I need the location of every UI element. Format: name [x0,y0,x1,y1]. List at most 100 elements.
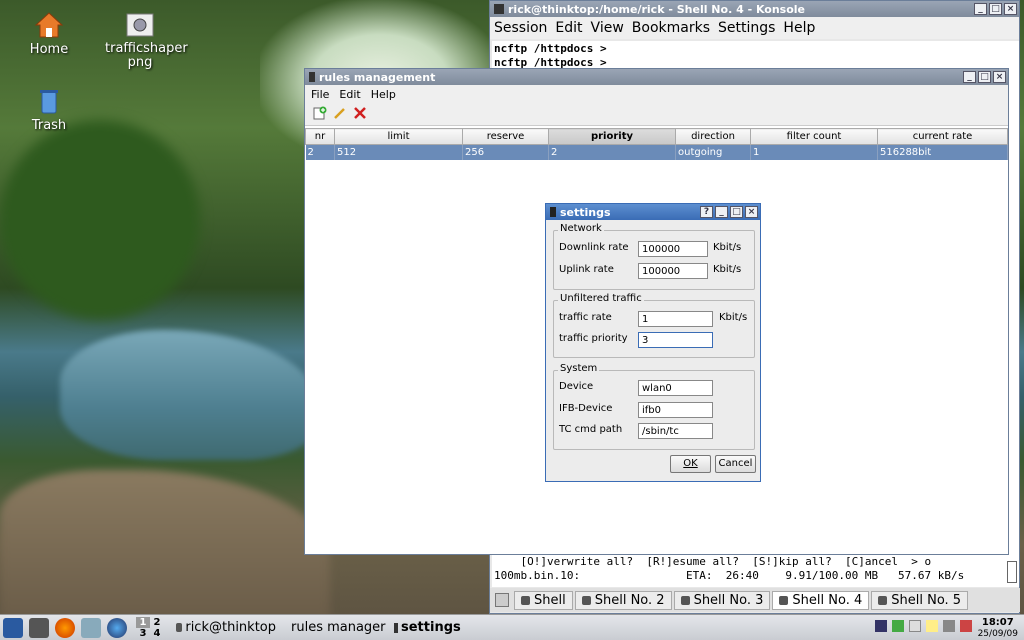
column-header-direction[interactable]: direction [675,128,751,145]
wallpaper-water [60,330,320,460]
tc-cmd-path-input[interactable] [638,423,713,439]
cell-filter-count: 1 [750,144,878,160]
column-header-current-rate[interactable]: current rate [877,128,1008,145]
pager-desktop-1[interactable]: 1 [136,616,150,628]
terminal-line: ncftp /httpdocs > [494,42,607,55]
pager-desktop-2[interactable]: 2 [150,617,164,628]
network-icon[interactable] [81,617,101,638]
traffic-rate-input[interactable] [638,311,713,327]
desktop-pager: 1 2 3 4 [136,616,164,639]
ok-button[interactable]: OK [670,455,711,473]
notes-icon[interactable] [926,620,938,632]
task-konsole[interactable]: rick@thinktop [170,620,282,635]
ifb-device-input[interactable] [638,402,713,418]
tab-shell-5[interactable]: Shell No. 5 [871,590,969,610]
close-button[interactable]: × [993,71,1006,83]
column-header-priority[interactable]: priority [548,128,676,145]
uplink-label: Uplink rate [559,264,614,275]
konsole-titlebar[interactable]: rick@thinktop:/home/rick - Shell No. 4 -… [490,1,1019,17]
cancel-button[interactable]: Cancel [715,455,756,473]
clock-date: 25/09/09 [977,629,1018,639]
table-header: nr limit reserve priority direction filt… [305,128,1008,145]
desktop-icon-home[interactable]: Home [14,10,84,57]
help-button[interactable]: ? [700,206,713,218]
terminal-icon [779,595,789,605]
clock-time: 18:07 [981,617,1014,628]
taskbar: 1 2 3 4 rick@thinktop rules manager sett… [0,614,1024,640]
tab-shell-2[interactable]: Shell No. 2 [574,590,672,610]
rules-toolbar [305,104,1008,126]
traffic-rate-unit: Kbit/s [719,312,748,323]
minimize-button[interactable]: _ [715,206,728,218]
settings-titlebar[interactable]: settings ? _ □ × [546,204,760,220]
uplink-rate-input[interactable] [638,263,708,279]
rules-titlebar[interactable]: rules management _ □ × [305,69,1008,85]
app-icon [394,622,398,633]
tab-shell-3[interactable]: Shell No. 3 [673,590,771,610]
minimize-button[interactable]: _ [963,71,976,83]
pager-desktop-4[interactable]: 4 [150,628,164,639]
clock[interactable]: 18:07 25/09/09 [978,617,1018,640]
menu-bookmarks[interactable]: Bookmarks [632,20,710,36]
wallpaper-path [0,470,330,620]
maximize-button[interactable]: □ [978,71,991,83]
clipboard-icon[interactable] [909,620,921,632]
menu-edit[interactable]: Edit [339,88,360,101]
menu-view[interactable]: View [591,20,624,36]
task-label: rick@thinktop [185,620,276,635]
wifi-icon[interactable] [943,620,955,632]
task-rules-manager[interactable]: rules manager [282,620,388,635]
cell-direction: outgoing [675,144,751,160]
terminal-line: [O!]verwrite all? [R!]esume all? [S!]kip… [494,555,932,568]
browser-icon[interactable] [107,617,127,638]
device-input[interactable] [638,380,713,396]
add-rule-icon[interactable] [313,106,327,123]
desktop-icon-trash[interactable]: Trash [14,86,84,133]
cell-limit: 512 [334,144,463,160]
terminal-icon [680,595,690,605]
app-menu-icon[interactable] [494,4,504,14]
firefox-icon[interactable] [55,617,75,638]
column-header-reserve[interactable]: reserve [462,128,549,145]
pager-desktop-3[interactable]: 3 [136,628,150,639]
update-icon[interactable] [960,620,972,632]
task-settings[interactable]: settings [388,620,467,635]
volume-icon[interactable] [875,620,887,632]
maximize-button[interactable]: □ [730,206,743,218]
menu-session[interactable]: Session [494,20,547,36]
tab-shell[interactable]: Shell [514,590,573,610]
tc-cmd-path-label: TC cmd path [559,424,623,435]
menu-help[interactable]: Help [783,20,815,36]
new-tab-icon[interactable] [495,593,509,607]
menu-settings[interactable]: Settings [718,20,775,36]
desktop-icon-trafficshaper[interactable]: trafficshaper png [105,10,188,70]
delete-rule-icon[interactable] [353,106,367,123]
column-header-nr[interactable]: nr [305,128,335,145]
group-label: Unfiltered traffic [558,293,644,304]
column-header-filter-count[interactable]: filter count [750,128,878,145]
table-row[interactable]: 2 512 256 2 outgoing 1 516288bit [305,144,1008,160]
konsole-title: rick@thinktop:/home/rick - Shell No. 4 -… [508,2,806,16]
minimize-button[interactable]: _ [974,3,987,15]
scrollbar[interactable] [1007,561,1017,583]
traffic-priority-input[interactable] [638,332,713,348]
edit-rule-icon[interactable] [333,106,347,123]
task-label: rules manager [291,620,386,635]
menu-edit[interactable]: Edit [555,20,582,36]
show-desktop-icon[interactable] [29,617,49,638]
trash-icon [34,86,64,116]
group-label: System [558,363,600,374]
downlink-rate-input[interactable] [638,241,708,257]
close-button[interactable]: × [745,206,758,218]
kde-menu-icon[interactable] [3,617,23,638]
terminal-line: 100mb.bin.10: ETA: 26:40 9.91/100.00 MB … [494,569,965,582]
rules-menubar: File Edit Help [305,85,1008,104]
column-header-limit[interactable]: limit [334,128,463,145]
konsole-tabbar: Shell Shell No. 2 Shell No. 3 Shell No. … [490,588,1020,612]
battery-icon[interactable] [892,620,904,632]
tab-shell-4[interactable]: Shell No. 4 [772,590,870,610]
menu-file[interactable]: File [311,88,329,101]
close-button[interactable]: × [1004,3,1017,15]
menu-help[interactable]: Help [371,88,396,101]
maximize-button[interactable]: □ [989,3,1002,15]
